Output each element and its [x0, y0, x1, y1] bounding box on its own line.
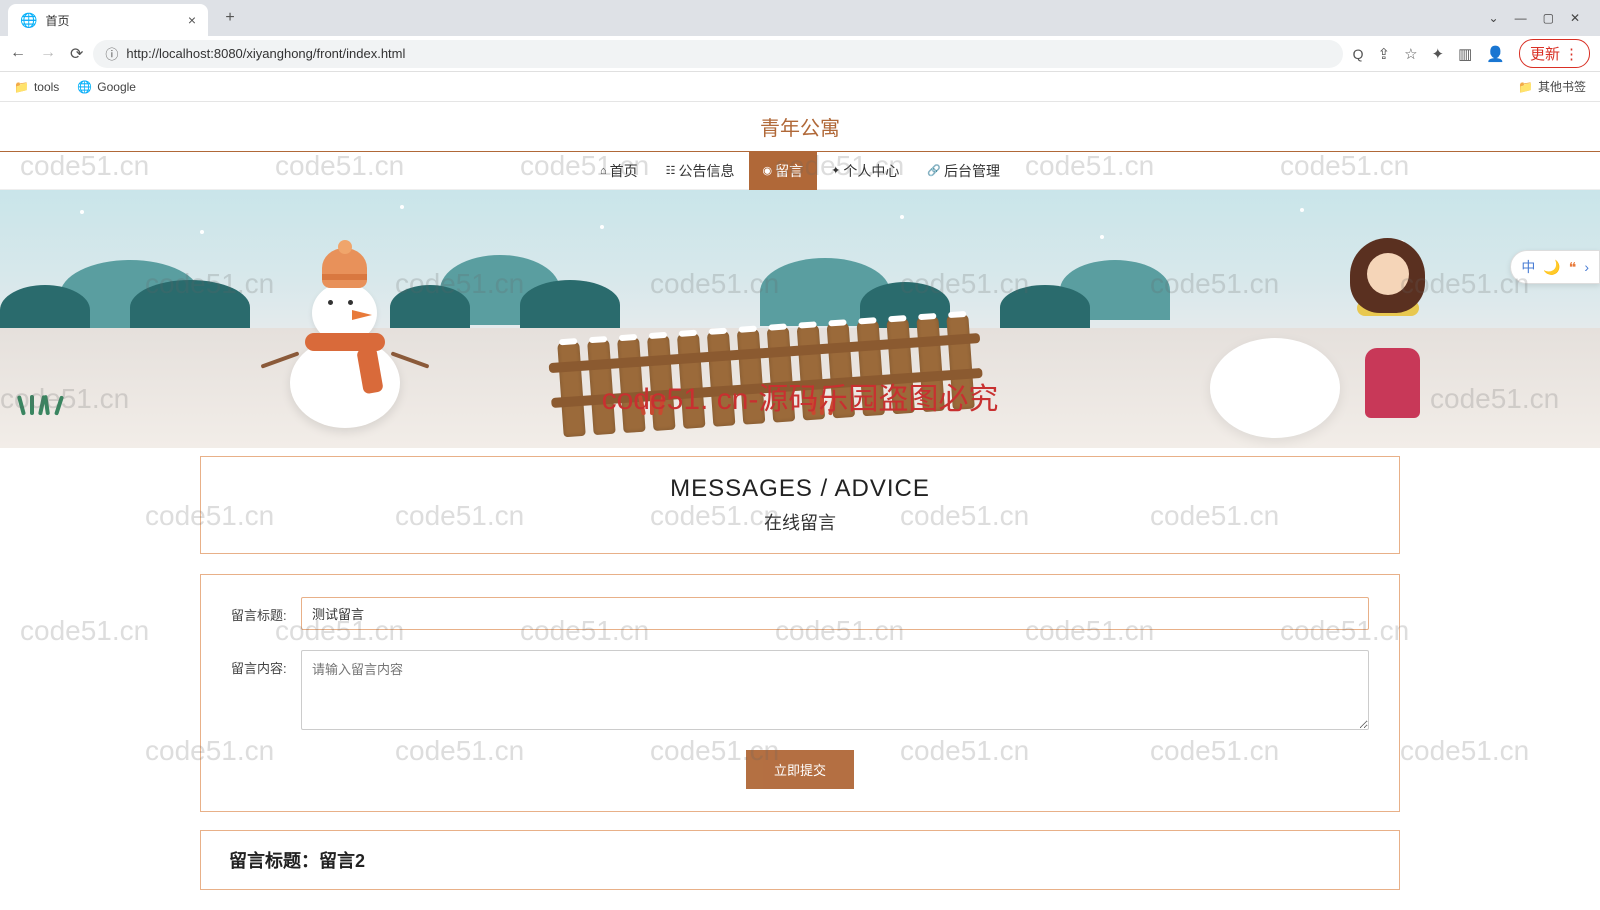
moon-icon[interactable]: 🌙	[1543, 259, 1560, 276]
panel-icon[interactable]: ▥	[1458, 45, 1472, 63]
browser-chrome: 🌐 首页 × + ⌄ — ▢ ✕ ← → ⟳ ⓘ Q ⇪ ☆ ✦ ▥ 👤 更新	[0, 0, 1600, 102]
search-icon[interactable]: Q	[1353, 46, 1364, 62]
window-controls: ⌄ — ▢ ✕	[1489, 11, 1592, 25]
title-label: 留言标题:	[231, 597, 289, 624]
message-form: 留言标题: 留言内容: 立即提交	[200, 574, 1400, 812]
list-icon: ☷	[666, 164, 676, 177]
globe-icon: 🌐	[77, 80, 92, 94]
quote-icon[interactable]: ❝	[1569, 259, 1577, 276]
close-window-icon[interactable]: ✕	[1570, 11, 1580, 25]
user-icon: ✦	[831, 164, 840, 177]
main-content: MESSAGES / ADVICE 在线留言 留言标题: 留言内容: 立即提交 …	[200, 448, 1400, 910]
list-item-title: 留言标题：留言2	[229, 847, 1371, 873]
back-icon[interactable]: ←	[10, 44, 26, 64]
submit-button[interactable]: 立即提交	[746, 750, 854, 789]
comment-icon: ◉	[763, 164, 773, 177]
nav-profile[interactable]: ✦个人中心	[817, 152, 913, 190]
extensions-icon[interactable]: ✦	[1432, 45, 1445, 63]
globe-icon: 🌐	[20, 12, 37, 29]
watermark-center: code51. cn-源码乐园盗图必究	[602, 374, 999, 418]
share-icon[interactable]: ⇪	[1378, 45, 1391, 63]
girl-graphic	[1365, 348, 1420, 418]
url-input[interactable]	[126, 46, 1330, 61]
update-button[interactable]: 更新⋮	[1519, 39, 1590, 68]
site-title: 青年公寓	[0, 112, 1600, 141]
snowball-graphic	[1210, 338, 1340, 438]
profile-icon[interactable]: 👤	[1486, 45, 1505, 63]
nav-announce[interactable]: ☷公告信息	[652, 152, 749, 190]
star-icon[interactable]: ☆	[1404, 45, 1417, 63]
folder-icon: 📁	[1518, 80, 1533, 94]
main-nav: ⌂首页 ☷公告信息 ◉留言 ✦个人中心 🔗后台管理	[0, 152, 1600, 190]
close-tab-icon[interactable]: ×	[188, 12, 196, 28]
home-icon: ⌂	[600, 165, 607, 177]
minimize-icon[interactable]: —	[1515, 11, 1527, 25]
snowman-graphic	[290, 338, 400, 428]
section-header: MESSAGES / ADVICE 在线留言	[200, 456, 1400, 554]
bookmark-google[interactable]: 🌐Google	[77, 80, 136, 94]
title-input[interactable]	[301, 597, 1369, 630]
section-title-en: MESSAGES / ADVICE	[201, 475, 1399, 503]
bookmark-other[interactable]: 📁其他书签	[1518, 78, 1586, 95]
message-list: 留言标题：留言2	[200, 830, 1400, 890]
bookmarks-bar: 📁tools 🌐Google 📁其他书签	[0, 72, 1600, 102]
toolbar-right: Q ⇪ ☆ ✦ ▥ 👤 更新⋮	[1353, 39, 1590, 68]
new-tab-button[interactable]: +	[216, 4, 244, 32]
chevron-down-icon[interactable]: ⌄	[1489, 11, 1499, 25]
lang-label[interactable]: 中	[1521, 257, 1535, 277]
site-header: 青年公寓	[0, 102, 1600, 152]
address-bar[interactable]: ⓘ	[93, 40, 1342, 68]
nav-message[interactable]: ◉留言	[749, 152, 818, 190]
site-info-icon[interactable]: ⓘ	[105, 44, 118, 63]
browser-tab[interactable]: 🌐 首页 ×	[8, 4, 208, 36]
content-textarea[interactable]	[301, 650, 1369, 730]
bookmark-tools[interactable]: 📁tools	[14, 80, 59, 94]
hero-banner: code51. cn-源码乐园盗图必究 中 🌙 ❝ ›	[0, 190, 1600, 448]
forward-icon[interactable]: →	[40, 44, 56, 64]
tab-title: 首页	[45, 12, 179, 29]
side-toolbar[interactable]: 中 🌙 ❝ ›	[1510, 250, 1600, 284]
content-label: 留言内容:	[231, 650, 289, 677]
browser-toolbar: ← → ⟳ ⓘ Q ⇪ ☆ ✦ ▥ 👤 更新⋮	[0, 36, 1600, 72]
chevron-right-icon[interactable]: ›	[1584, 259, 1589, 275]
nav-admin[interactable]: 🔗后台管理	[913, 152, 1014, 190]
maximize-icon[interactable]: ▢	[1543, 11, 1554, 25]
link-icon: 🔗	[927, 164, 941, 177]
section-title-cn: 在线留言	[201, 509, 1399, 535]
reload-icon[interactable]: ⟳	[70, 44, 83, 64]
nav-buttons: ← → ⟳	[10, 44, 83, 64]
tab-strip: 🌐 首页 × + ⌄ — ▢ ✕	[0, 0, 1600, 36]
nav-home[interactable]: ⌂首页	[586, 152, 652, 190]
folder-icon: 📁	[14, 80, 29, 94]
